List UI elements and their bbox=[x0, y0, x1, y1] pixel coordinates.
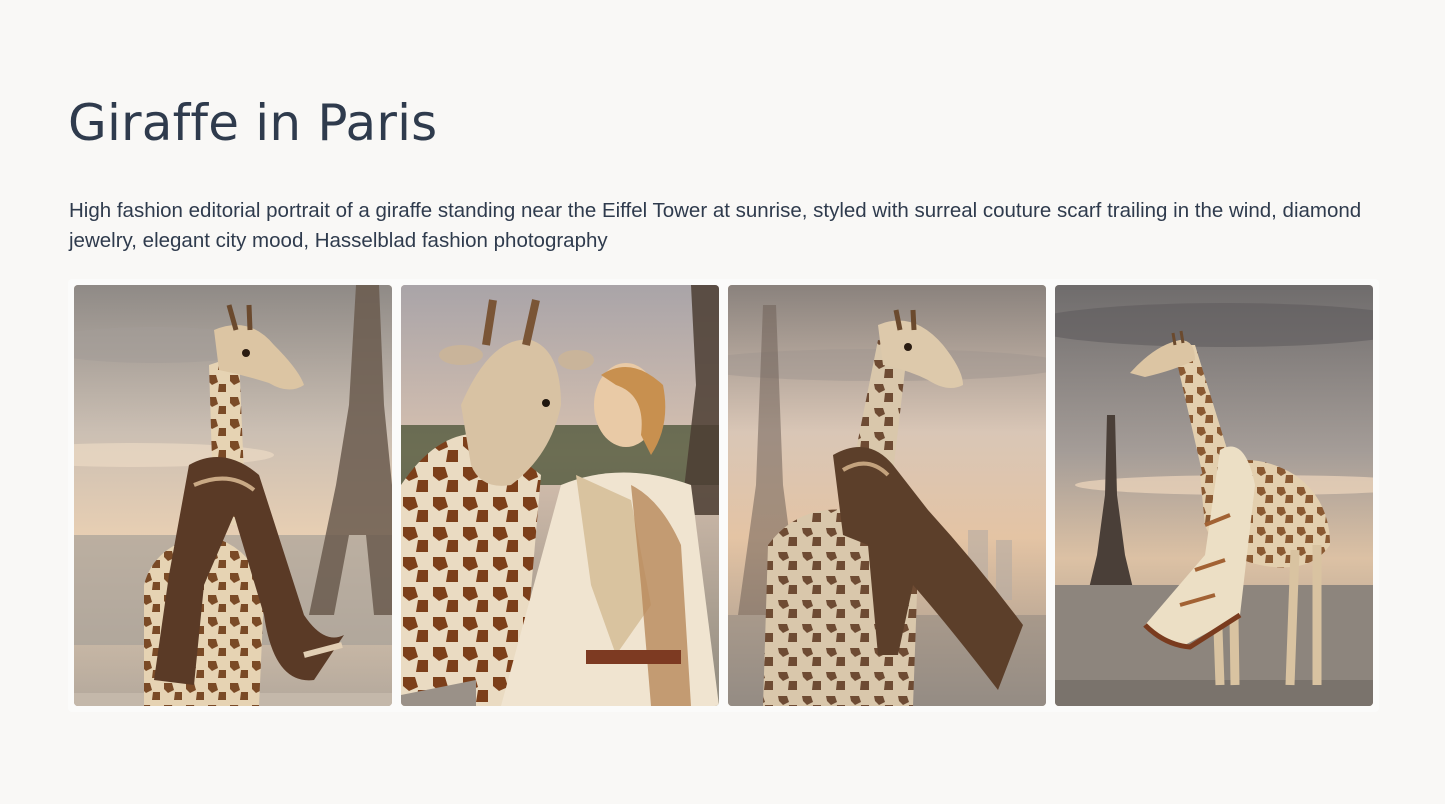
giraffe-photo-3 bbox=[728, 285, 1046, 706]
gallery-image-1[interactable] bbox=[74, 285, 392, 706]
prompt-description: High fashion editorial portrait of a gir… bbox=[69, 199, 1362, 252]
giraffe-photo-1 bbox=[74, 285, 392, 706]
image-gallery bbox=[68, 279, 1379, 712]
gallery-image-2[interactable] bbox=[401, 285, 719, 706]
page-title: Giraffe in Paris bbox=[68, 94, 438, 152]
gallery-image-4[interactable] bbox=[1055, 285, 1373, 706]
giraffe-photo-4 bbox=[1055, 285, 1373, 706]
gallery-image-3[interactable] bbox=[728, 285, 1046, 706]
giraffe-photo-2 bbox=[401, 285, 719, 706]
